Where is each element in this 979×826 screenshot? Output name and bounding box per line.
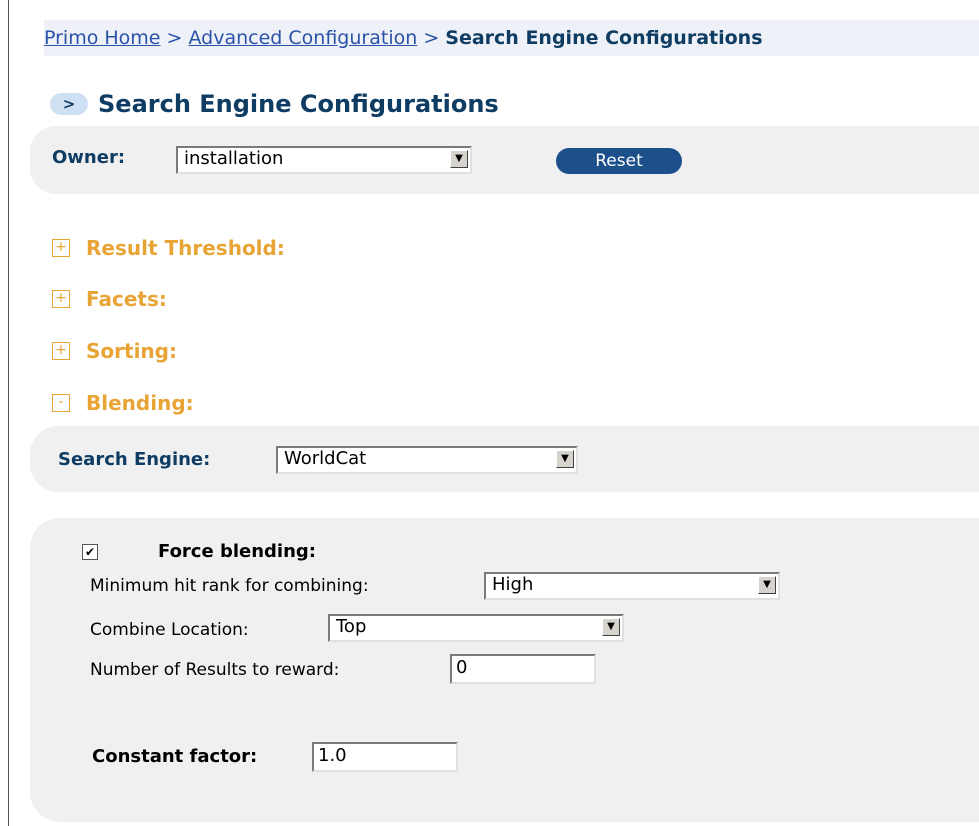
section-title[interactable]: Result Threshold: <box>86 236 285 260</box>
dropdown-arrow-icon[interactable]: ▼ <box>450 150 468 168</box>
constant-factor-label: Constant factor: <box>92 746 258 767</box>
breadcrumb-current: Search Engine Configurations <box>445 27 763 49</box>
combine-location-label: Combine Location: <box>90 620 249 640</box>
section-result-threshold[interactable]: + Result Threshold: <box>52 234 285 262</box>
breadcrumb-separator: > <box>166 27 183 49</box>
dropdown-arrow-icon[interactable]: ▼ <box>602 618 620 636</box>
breadcrumb: Primo Home > Advanced Configuration > Se… <box>44 20 979 56</box>
force-blending-checkbox[interactable]: ✔ <box>82 544 98 560</box>
search-engine-select-value: WorldCat <box>284 448 367 469</box>
min-rank-select[interactable]: High ▼ <box>484 572 780 600</box>
results-to-reward-input[interactable]: 0 <box>450 654 596 684</box>
breadcrumb-home-link[interactable]: Primo Home <box>44 27 161 49</box>
constant-factor-input[interactable]: 1.0 <box>312 742 458 772</box>
expand-icon[interactable]: + <box>52 239 70 257</box>
combine-location-select[interactable]: Top ▼ <box>328 614 624 642</box>
page-title: > Search Engine Configurations <box>50 86 499 122</box>
left-border <box>8 0 9 826</box>
breadcrumb-separator: > <box>423 27 440 49</box>
combine-location-select-value: Top <box>336 616 367 637</box>
expand-icon[interactable]: + <box>52 342 70 360</box>
breadcrumb-advanced-link[interactable]: Advanced Configuration <box>189 27 418 49</box>
section-blending[interactable]: - Blending: <box>52 389 194 417</box>
expand-icon[interactable]: + <box>52 290 70 308</box>
force-blending-label: Force blending: <box>158 541 316 562</box>
section-title[interactable]: Sorting: <box>86 339 177 363</box>
owner-panel <box>30 126 979 194</box>
min-rank-select-value: High <box>492 574 534 595</box>
owner-select[interactable]: installation ▼ <box>176 146 472 174</box>
dropdown-arrow-icon[interactable]: ▼ <box>556 450 574 468</box>
owner-select-value: installation <box>184 148 284 169</box>
section-title[interactable]: Facets: <box>86 287 167 311</box>
section-sorting[interactable]: + Sorting: <box>52 337 177 365</box>
owner-label: Owner: <box>52 147 126 168</box>
search-engine-label: Search Engine: <box>58 449 211 470</box>
search-engine-select[interactable]: WorldCat ▼ <box>276 446 578 474</box>
collapse-icon[interactable]: - <box>52 394 70 412</box>
chevron-right-icon: > <box>50 93 88 115</box>
min-rank-label: Minimum hit rank for combining: <box>90 576 369 596</box>
results-to-reward-label: Number of Results to reward: <box>90 660 340 680</box>
section-facets[interactable]: + Facets: <box>52 285 167 313</box>
reset-button[interactable]: Reset <box>556 148 682 174</box>
dropdown-arrow-icon[interactable]: ▼ <box>758 576 776 594</box>
page-title-text: Search Engine Configurations <box>98 90 499 118</box>
section-title[interactable]: Blending: <box>86 391 194 415</box>
